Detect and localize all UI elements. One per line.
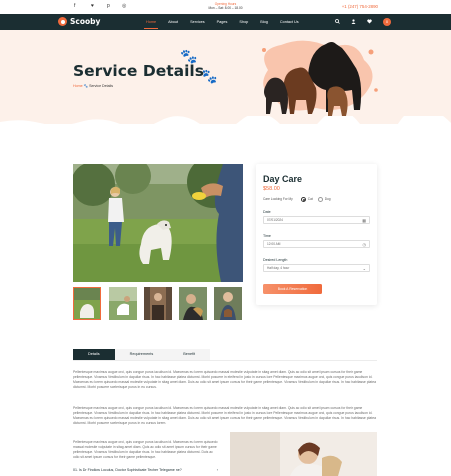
- date-field[interactable]: 07/01/2024 ▦: [263, 216, 370, 224]
- chevron-down-icon: ⌄: [362, 266, 366, 271]
- nav-item-shop[interactable]: Shop: [233, 14, 254, 30]
- dog-option-label: Dog: [324, 197, 331, 201]
- pet-type-label: Care Looking For My: [263, 197, 293, 201]
- page-title: Service Details: [73, 62, 204, 80]
- cat-option-label: Cat: [307, 197, 313, 201]
- pet-type-selector: Care Looking For My Cat Dog: [263, 196, 371, 202]
- brand-name: Scooby: [70, 17, 101, 26]
- tab-requirements[interactable]: Requirements: [114, 349, 169, 360]
- opening-hours-value: Mon – Sat: 8.00 – 18.00: [208, 6, 243, 10]
- tab-divider: [73, 360, 377, 361]
- time-field[interactable]: 12:00 AM ◷: [263, 240, 370, 248]
- opening-hours: Opening Hours Mon – Sat: 8.00 – 18.00: [0, 2, 451, 10]
- time-value: 12:00 AM: [267, 242, 281, 246]
- thumbnail[interactable]: [144, 287, 172, 320]
- thumbnail[interactable]: [109, 287, 137, 320]
- search-icon[interactable]: [335, 18, 340, 26]
- nav-item-home[interactable]: Home: [140, 14, 162, 30]
- service-secondary-image: [230, 432, 377, 476]
- book-reservation-button[interactable]: Book A Reservation: [263, 284, 322, 294]
- details-tabs: Details Requirements Benefit: [73, 349, 211, 360]
- clock-icon: ◷: [362, 242, 367, 247]
- booking-card: Day Care $58.00 Care Looking For My Cat …: [256, 164, 377, 305]
- torn-edge-decoration: [0, 116, 451, 130]
- details-paragraph: Pellentesque maximus augue orci, quis co…: [73, 370, 376, 389]
- nav-item-about[interactable]: About: [162, 14, 184, 30]
- logo[interactable]: Scooby: [58, 17, 100, 26]
- image-thumbnails: [73, 287, 243, 321]
- cat-radio[interactable]: [300, 196, 306, 202]
- calendar-icon: ▦: [362, 218, 366, 223]
- breadcrumb-home[interactable]: Home: [73, 84, 83, 88]
- dog-radio[interactable]: [317, 196, 323, 202]
- date-value: 07/01/2024: [267, 218, 283, 222]
- thumbnail[interactable]: [214, 287, 242, 320]
- chevron-right-icon: ›: [216, 468, 218, 472]
- service-price: $58.00: [263, 186, 280, 192]
- logo-icon: [58, 17, 67, 26]
- details-paragraph: Pellentesque maximus augue orci, quis co…: [73, 440, 218, 459]
- service-name: Day Care: [263, 174, 303, 184]
- top-bar: f ♥ p ◎ Opening Hours Mon – Sat: 8.00 – …: [0, 0, 451, 14]
- paw-separator-icon: 🐾: [83, 84, 89, 88]
- tab-details[interactable]: Details: [73, 349, 115, 360]
- time-label: Time: [263, 234, 271, 238]
- cart-icon[interactable]: 0: [383, 18, 391, 26]
- phone-number[interactable]: +1 (247) 754-2890: [342, 4, 378, 9]
- thumbnail[interactable]: [179, 287, 207, 320]
- faq-item[interactable]: 01. Is Dr Findlow Loculus, Doctor Sophis…: [73, 468, 218, 472]
- service-main-image: [73, 164, 243, 282]
- wishlist-icon[interactable]: [367, 19, 372, 26]
- thumbnail[interactable]: [73, 287, 101, 320]
- length-select[interactable]: Half day, 4 hour ⌄: [263, 264, 370, 272]
- nav-item-pages[interactable]: Pages: [211, 14, 234, 30]
- tab-benefit[interactable]: Benefit: [168, 349, 211, 360]
- breadcrumb: Home 🐾 Service Details: [73, 84, 113, 88]
- nav-menu: Home About Services Pages Shop Blog Cont…: [140, 14, 305, 30]
- nav-item-services[interactable]: Services: [184, 14, 211, 30]
- length-label: Desired Length: [263, 258, 288, 262]
- nav-item-blog[interactable]: Blog: [254, 14, 274, 30]
- dogs-illustration: [262, 40, 378, 116]
- length-value: Half day, 4 hour: [267, 266, 290, 270]
- date-label: Date: [263, 210, 271, 214]
- nav-actions: 0: [335, 14, 391, 30]
- main-navigation: Scooby Home About Services Pages Shop Bl…: [0, 14, 451, 30]
- breadcrumb-current: Service Details: [89, 84, 114, 88]
- details-paragraph: Pellentesque maximus augue orci, quis co…: [73, 406, 376, 425]
- page-header: 🐾 🐾: [0, 30, 451, 130]
- nav-item-contact[interactable]: Contact Us: [274, 14, 305, 30]
- faq-question: 01. Is Dr Findlow Loculus, Doctor Sophis…: [73, 468, 182, 472]
- user-icon[interactable]: [351, 18, 356, 26]
